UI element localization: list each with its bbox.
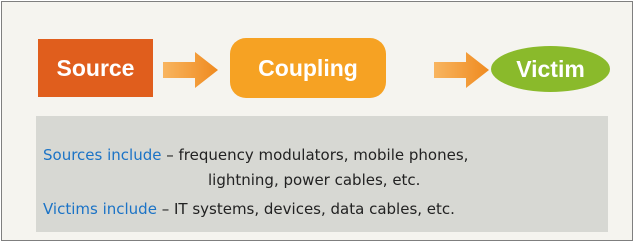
diagram-frame: Source Coupling Victim Sources include –…	[1, 1, 633, 241]
victims-line: Victims include – IT systems, devices, d…	[43, 200, 455, 218]
victim-label: Victim	[516, 55, 585, 82]
sources-line-continued: lightning, power cables, etc.	[208, 171, 421, 189]
sources-text: – frequency modulators, mobile phones,	[161, 146, 469, 164]
arrow-right-icon	[434, 52, 489, 88]
info-panel: Sources include – frequency modulators, …	[36, 116, 608, 232]
coupling-box: Coupling	[230, 38, 386, 98]
sources-line: Sources include – frequency modulators, …	[43, 146, 468, 164]
victim-ellipse: Victim	[491, 46, 610, 92]
arrow-right-icon	[163, 52, 218, 88]
victims-text: – IT systems, devices, data cables, etc.	[156, 200, 455, 218]
source-box: Source	[38, 39, 153, 97]
source-label: Source	[56, 54, 135, 81]
victims-heading: Victims include	[43, 200, 157, 218]
sources-heading: Sources include	[43, 146, 162, 164]
coupling-label: Coupling	[258, 54, 358, 81]
